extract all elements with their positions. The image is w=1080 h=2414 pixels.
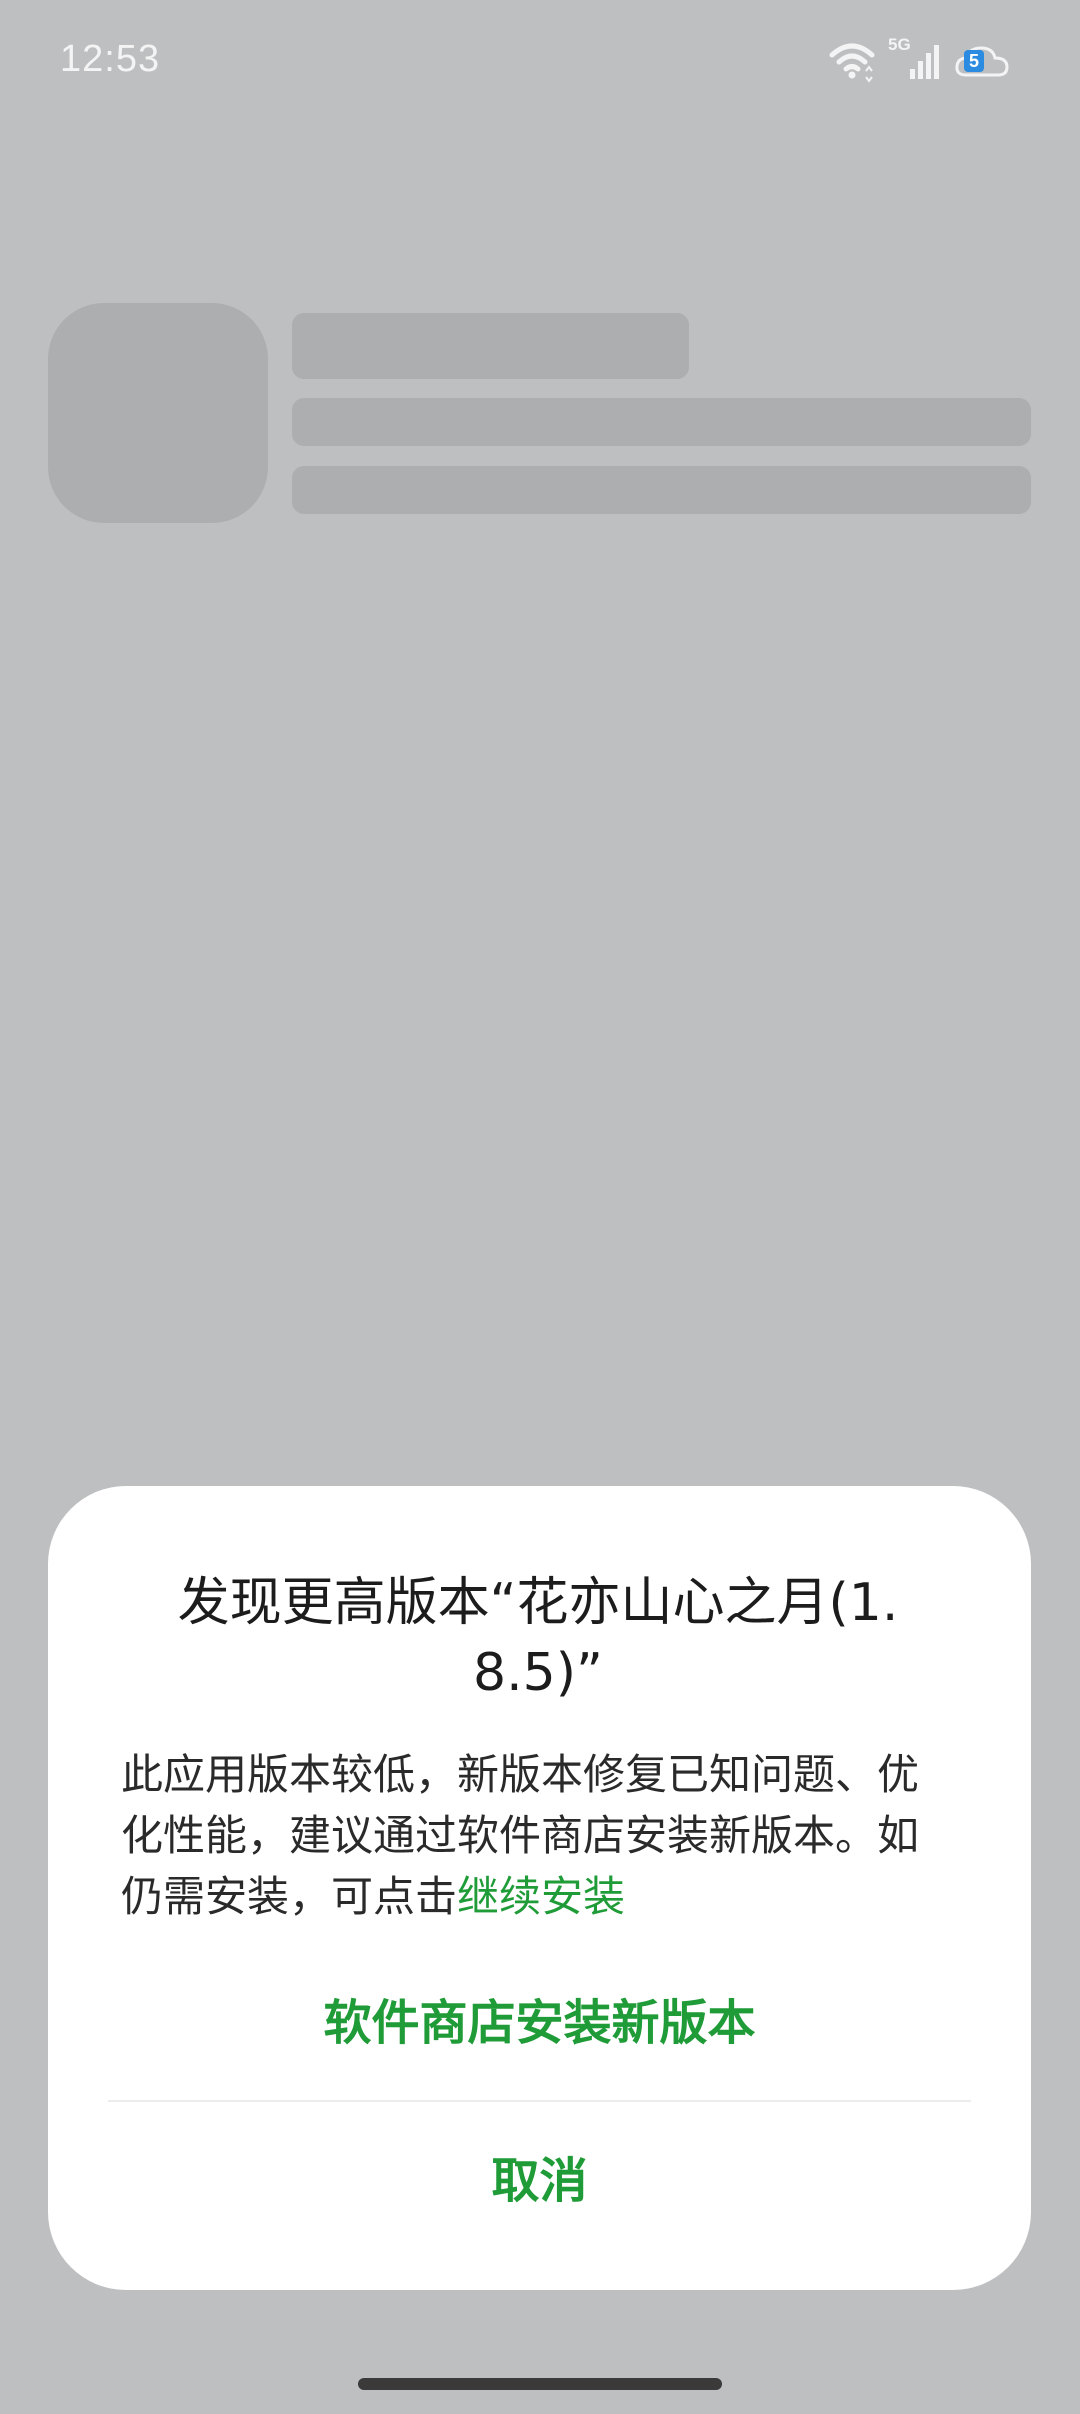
dialog-message: 此应用版本较低，新版本修复已知问题、优化性能，建议通过软件商店安装新版本。如仍需… [121,1744,941,1927]
status-time: 12:53 [60,38,161,80]
dialog-title: 发现更高版本“花亦山心之月(1.8.5)” [177,1573,899,1703]
cancel-button[interactable]: 取消 [108,2126,971,2226]
cloud-badge: 5 [964,50,984,72]
status-icons: 5G 5 [828,35,1010,86]
update-dialog: 发现更高版本“花亦山心之月(1.8.5)” 此应用版本较低，新版本修复已知问题、… [48,1486,1031,2290]
wifi-icon [828,39,876,83]
app-icon-placeholder [48,303,268,523]
app-info-placeholder [292,398,1031,446]
continue-install-link[interactable]: 继续安装 [457,1872,625,1921]
home-indicator[interactable] [358,2378,722,2390]
cloud-icon: 5 [954,39,1010,83]
signal-icon: 5G [888,35,942,83]
app-info-placeholder-2 [292,466,1031,514]
dialog-divider [108,2100,971,2102]
app-name-placeholder [292,313,689,379]
app-store-install-button[interactable]: 软件商店安装新版本 [108,1974,971,2062]
status-bar: 12:53 5G 5 [0,0,1080,130]
